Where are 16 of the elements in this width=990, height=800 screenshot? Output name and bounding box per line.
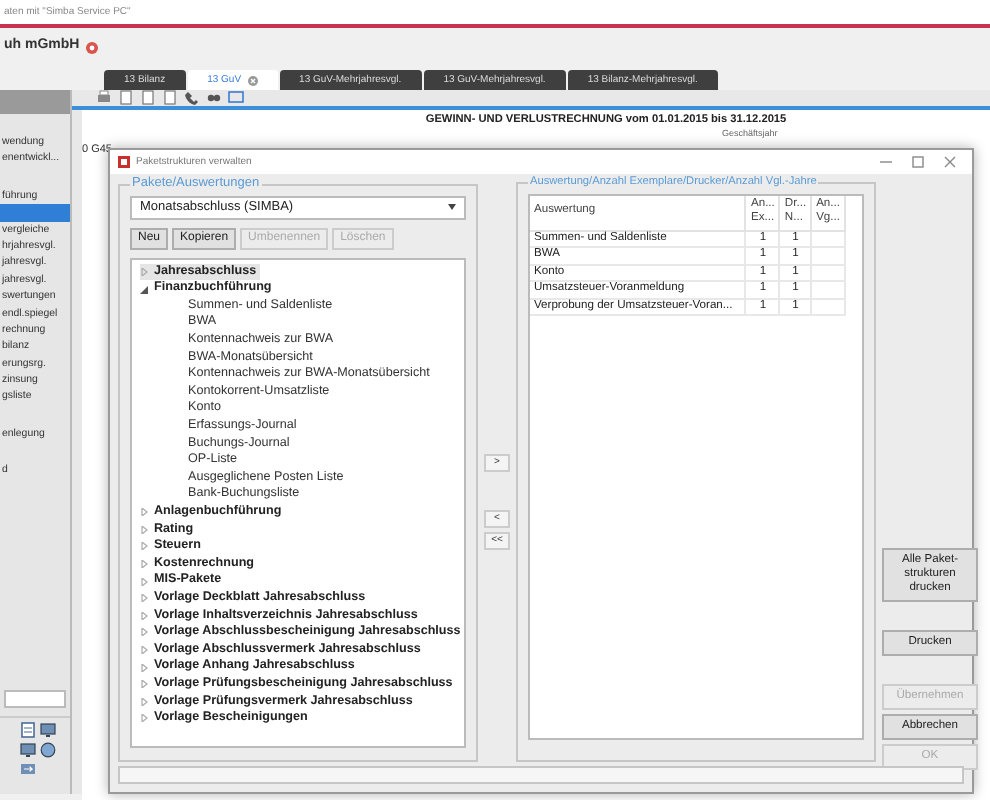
- document-icon[interactable]: [20, 722, 36, 738]
- search-field[interactable]: [4, 690, 66, 708]
- sidebar-header: [0, 90, 70, 114]
- app-icon: [118, 156, 130, 168]
- globe-icon[interactable]: [40, 742, 56, 758]
- maximize-icon[interactable]: [912, 156, 924, 168]
- minimize-icon[interactable]: [880, 156, 892, 168]
- phone-icon[interactable]: [184, 90, 200, 106]
- expand-arrow-icon[interactable]: [140, 267, 148, 276]
- glasses-icon[interactable]: [206, 90, 222, 106]
- monitor-icon[interactable]: [40, 722, 56, 738]
- printer-icon[interactable]: [96, 90, 112, 106]
- collapse-arrow-icon[interactable]: [140, 285, 148, 294]
- close-icon[interactable]: [944, 156, 956, 168]
- caret-icon: [448, 204, 456, 210]
- monitor-icon[interactable]: [20, 742, 36, 758]
